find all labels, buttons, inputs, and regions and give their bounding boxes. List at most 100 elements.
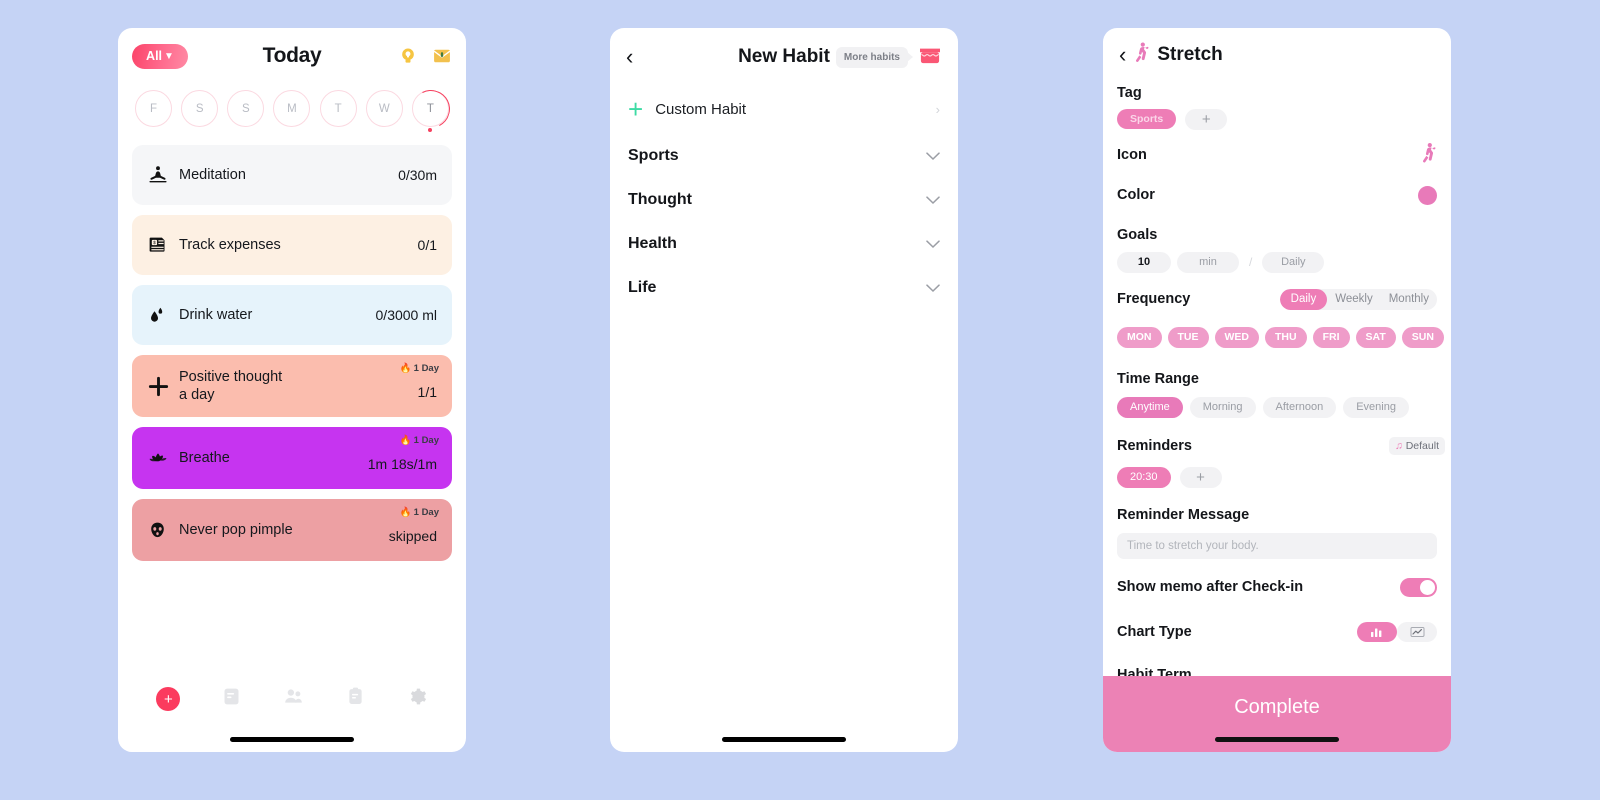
reminder-times-row: 20:30 + xyxy=(1117,463,1437,491)
line-chart-icon[interactable] xyxy=(1397,622,1437,642)
back-button[interactable]: ‹ xyxy=(626,46,646,68)
frequency-segmented-control[interactable]: Daily Weekly Monthly xyxy=(1279,288,1437,310)
clipboard-icon[interactable] xyxy=(345,686,366,712)
stretching-person-icon[interactable] xyxy=(1420,142,1437,168)
plus-icon: + xyxy=(164,690,173,708)
category-row-sports[interactable]: Sports xyxy=(610,134,958,178)
chevron-right-icon: › xyxy=(935,101,940,117)
frequency-option-monthly[interactable]: Monthly xyxy=(1381,289,1437,310)
weekday-chip-sat[interactable]: SAT xyxy=(1355,326,1396,348)
weekday-label: W xyxy=(378,102,390,115)
streak-badge: 🔥 1 Day xyxy=(400,507,439,518)
habit-name: Breathe xyxy=(179,449,230,466)
add-tag-button[interactable]: + xyxy=(1185,108,1228,130)
notes-icon[interactable] xyxy=(221,686,242,712)
reminder-sound-badge[interactable]: ♫ Default xyxy=(1388,437,1445,455)
habit-name: Drink water xyxy=(179,306,253,323)
frequency-option-daily[interactable]: Daily xyxy=(1279,288,1328,310)
chevron-down-icon xyxy=(926,239,940,249)
chart-type-row: Chart Type xyxy=(1117,618,1437,646)
lotus-icon xyxy=(147,447,173,469)
goal-amount-input[interactable]: 10 xyxy=(1117,251,1171,273)
chevron-down-icon xyxy=(926,283,940,293)
back-button[interactable]: ‹ xyxy=(1119,43,1126,66)
frequency-label: Frequency xyxy=(1117,291,1191,307)
shop-icon[interactable] xyxy=(918,45,942,70)
weekday-chip-fri[interactable]: FRI xyxy=(1312,326,1350,348)
color-label: Color xyxy=(1117,187,1155,203)
inbox-icon[interactable] xyxy=(432,46,452,66)
tag-chips-row: Sports + xyxy=(1117,105,1437,133)
weekday-chips-row: MON TUE WED THU FRI SAT SUN xyxy=(1117,323,1444,351)
complete-button[interactable]: Complete xyxy=(1103,676,1451,752)
gear-icon[interactable] xyxy=(407,686,428,712)
weekday-2[interactable]: S xyxy=(227,90,265,127)
time-range-morning[interactable]: Morning xyxy=(1189,396,1256,418)
habit-card-never-pop-pimple[interactable]: 🔥 1 Day Never pop pimple skipped xyxy=(132,499,452,561)
habit-card-positive-thought[interactable]: 🔥 1 Day Positive thought a day 1/1 xyxy=(132,355,452,417)
flame-icon: 🔥 xyxy=(399,435,412,446)
detail-header: ‹ Stretch xyxy=(1103,28,1451,73)
reminder-message-input[interactable]: Time to stretch your body. xyxy=(1117,533,1437,559)
weekday-3[interactable]: M xyxy=(273,90,311,127)
add-reminder-button[interactable]: + xyxy=(1179,466,1222,488)
habit-name: Positive thought a day xyxy=(179,368,283,403)
weekday-chip-tue[interactable]: TUE xyxy=(1167,326,1209,348)
habit-card-breathe[interactable]: 🔥 1 Day Breathe 1m 18s/1m xyxy=(132,427,452,489)
weekday-1[interactable]: S xyxy=(181,90,219,127)
weekday-0[interactable]: F xyxy=(135,90,172,127)
tag-chip-sports[interactable]: Sports xyxy=(1117,109,1177,129)
habit-card-drink-water[interactable]: Drink water 0/3000 ml xyxy=(132,285,452,345)
screenshot-canvas: All ▼ Today F S S M T W T Meditation 0/3… xyxy=(0,0,1600,800)
friends-icon[interactable] xyxy=(283,686,304,712)
time-range-label: Time Range xyxy=(1117,371,1199,387)
weekday-6-selected[interactable]: T xyxy=(406,84,455,133)
habit-value: skipped xyxy=(388,528,437,544)
phone-today-screen: All ▼ Today F S S M T W T Meditation 0/3… xyxy=(118,28,466,752)
weekday-chip-thu[interactable]: THU xyxy=(1265,326,1307,348)
frequency-row: Frequency Daily Weekly Monthly xyxy=(1117,285,1437,313)
custom-habit-row[interactable]: + Custom Habit › xyxy=(610,86,958,134)
time-range-chips-row: Anytime Morning Afternoon Evening xyxy=(1117,393,1437,421)
add-habit-button[interactable]: + xyxy=(156,687,181,711)
weekday-4[interactable]: T xyxy=(319,90,357,127)
weekday-5[interactable]: W xyxy=(365,90,403,127)
habit-card-meditation[interactable]: Meditation 0/30m xyxy=(132,145,452,205)
time-range-anytime[interactable]: Anytime xyxy=(1117,396,1183,418)
chevron-down-icon xyxy=(926,195,940,205)
weekday-chip-wed[interactable]: WED xyxy=(1214,326,1259,348)
goals-chips-row: 10 min / Daily xyxy=(1117,248,1437,276)
category-label: Thought xyxy=(628,191,692,208)
goal-unit-select[interactable]: min xyxy=(1177,251,1239,273)
reminder-time-chip[interactable]: 20:30 xyxy=(1117,466,1171,488)
progress-arc-icon xyxy=(406,84,455,133)
color-swatch[interactable] xyxy=(1418,185,1437,205)
icon-section-row[interactable]: Icon xyxy=(1117,141,1437,169)
habit-name: Track expenses xyxy=(179,236,281,253)
goal-period-select[interactable]: Daily xyxy=(1262,251,1325,273)
color-section-row[interactable]: Color xyxy=(1117,181,1437,209)
frequency-option-weekly[interactable]: Weekly xyxy=(1327,289,1381,310)
chevron-down-icon: ▼ xyxy=(164,50,174,62)
habit-card-track-expenses[interactable]: $ Track expenses 0/1 xyxy=(132,215,452,275)
show-memo-toggle[interactable] xyxy=(1400,577,1437,597)
weekday-chip-mon[interactable]: MON xyxy=(1117,326,1162,348)
bar-chart-icon[interactable] xyxy=(1357,622,1397,642)
streak-label: 1 Day xyxy=(413,507,439,518)
show-memo-row: Show memo after Check-in xyxy=(1117,573,1437,601)
habit-list: Meditation 0/30m $ Track expenses 0/1 Dr… xyxy=(118,127,466,561)
meditation-icon xyxy=(147,164,173,186)
filter-all-pill[interactable]: All ▼ xyxy=(132,43,188,69)
category-row-thought[interactable]: Thought xyxy=(610,178,958,222)
category-row-health[interactable]: Health xyxy=(610,222,958,266)
habit-value: 0/3000 ml xyxy=(375,307,437,323)
chart-type-segmented-control[interactable] xyxy=(1357,622,1437,642)
streak-label: 1 Day xyxy=(413,363,439,374)
time-range-afternoon[interactable]: Afternoon xyxy=(1262,396,1337,418)
category-row-life[interactable]: Life xyxy=(610,266,958,310)
goals-label: Goals xyxy=(1117,227,1158,243)
weekday-chip-sun[interactable]: SUN xyxy=(1401,326,1444,348)
show-memo-label: Show memo after Check-in xyxy=(1117,579,1304,595)
lightbulb-icon[interactable] xyxy=(398,46,418,66)
time-range-evening[interactable]: Evening xyxy=(1343,396,1409,418)
